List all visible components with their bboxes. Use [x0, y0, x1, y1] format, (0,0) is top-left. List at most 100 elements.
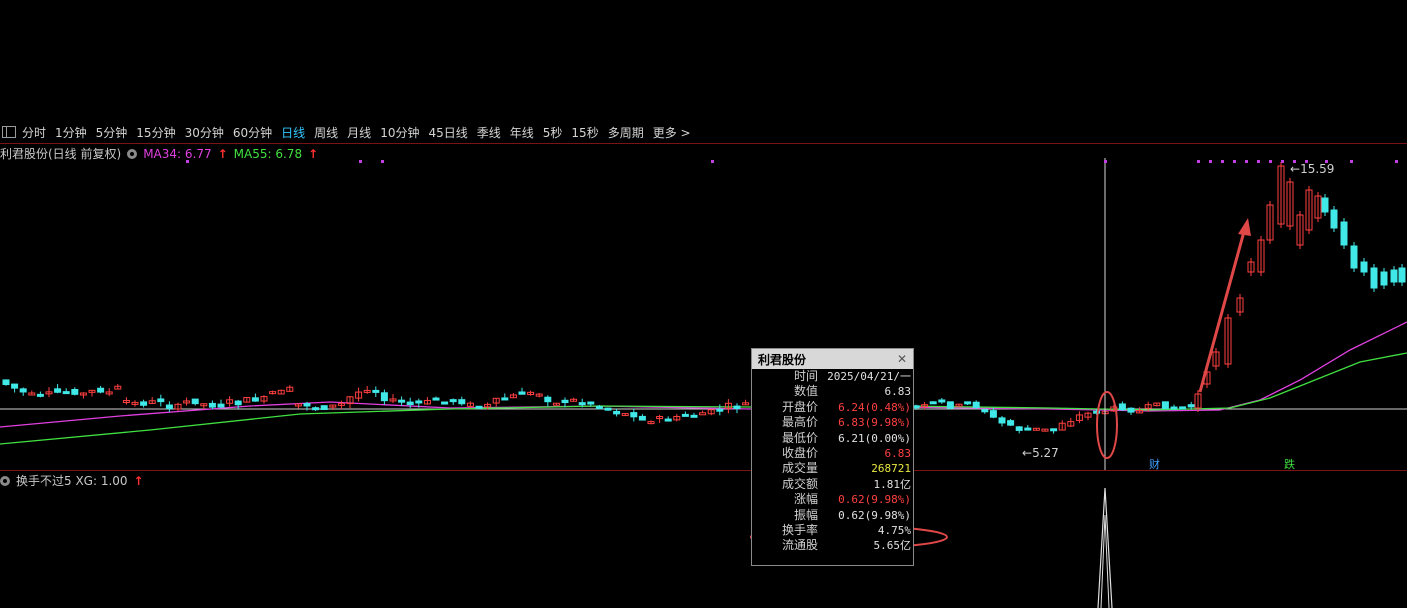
info-panel-header[interactable]: 利君股份 ✕ [752, 349, 913, 369]
kline-chart[interactable] [0, 0, 1407, 608]
candle-body [441, 401, 449, 405]
signal-dot [186, 160, 189, 163]
candle-body [165, 404, 173, 410]
arrow-left-icon: ← [1022, 446, 1033, 460]
signal-dot [359, 160, 362, 163]
candle-body [1127, 407, 1135, 413]
low-price-label: ←5.27 [1022, 446, 1059, 460]
candle-body [475, 405, 483, 409]
candle-body [140, 401, 148, 406]
ma34-line [0, 321, 1407, 428]
indicator-spike [1097, 487, 1113, 608]
info-row: 换手率 4.75% [752, 523, 913, 538]
candle-body [946, 401, 954, 409]
info-row-label: 成交额 [781, 476, 818, 491]
candle-body [372, 389, 380, 393]
info-row-label: 流通股 [781, 538, 818, 553]
candle-body [518, 391, 526, 395]
info-row: 最高价 6.83(9.98%) [752, 415, 913, 430]
candle-body [638, 415, 646, 421]
info-row: 涨幅 0.62(9.98%) [752, 492, 913, 507]
signal-dot [381, 160, 384, 163]
candle-body [449, 399, 457, 403]
candle-body [1118, 403, 1126, 411]
info-row-label: 最低价 [781, 430, 818, 445]
arrow-left-icon: ← [1290, 162, 1301, 176]
candle-body [380, 392, 388, 402]
info-row-label: 最高价 [781, 415, 818, 430]
candle-body [251, 397, 259, 402]
info-row-value: 6.21(0.00%) [838, 431, 911, 445]
info-row-label: 收盘价 [781, 445, 818, 460]
annotation-arrowhead [1238, 218, 1251, 236]
candle-body [938, 399, 946, 403]
signal-dot [1197, 160, 1200, 163]
candle-body [157, 398, 165, 403]
annotation-ellipse [1096, 391, 1118, 459]
info-row: 成交量 268721 [752, 461, 913, 476]
info-row-value: 6.24(0.48%) [838, 400, 911, 414]
candle-body [320, 405, 328, 411]
info-row-label: 涨幅 [793, 492, 818, 507]
candle-body [989, 410, 997, 418]
candle-body [208, 402, 216, 408]
candle-body [1380, 271, 1388, 286]
signal-dot [1269, 160, 1272, 163]
info-row-label: 时间 [793, 369, 818, 383]
info-row-label: 开盘价 [781, 399, 818, 414]
info-row-value: 4.75% [877, 523, 911, 537]
info-row: 最低价 6.21(0.00%) [752, 431, 913, 446]
candle-body [690, 414, 698, 418]
candle-body [733, 405, 741, 410]
drop-tag[interactable]: 跌 [1284, 456, 1295, 472]
info-row-value: 1.81亿 [873, 477, 912, 491]
info-panel-title: 利君股份 [758, 352, 807, 367]
info-row-value: 2025/04/21/一 [827, 370, 911, 383]
info-row: 开盘价 6.24(0.48%) [752, 400, 913, 415]
info-row: 时间 2025/04/21/一 [752, 369, 913, 384]
ma55-line [0, 352, 1407, 445]
candle-body [972, 401, 980, 408]
candle-body [1170, 406, 1178, 410]
candle-body [1015, 426, 1023, 431]
candle-body [62, 391, 70, 395]
candle-body [97, 387, 105, 393]
candle-body [981, 409, 989, 413]
candle-body [1360, 261, 1368, 273]
candle-body [432, 397, 440, 401]
info-row: 振幅 0.62(9.98%) [752, 508, 913, 523]
candle-body [217, 403, 225, 408]
info-panel: 利君股份 ✕ 时间 2025/04/21/一 数值 6.83 开盘价 6.24(0.48%… [751, 348, 914, 566]
info-row-label: 换手率 [781, 522, 818, 537]
candle-body [613, 410, 621, 415]
candle-body [664, 418, 672, 422]
candle-body [71, 388, 79, 395]
candle-body [1050, 428, 1058, 432]
info-row-value: 0.62(9.98%) [838, 508, 911, 522]
close-icon[interactable]: ✕ [897, 352, 907, 366]
candle-body [191, 398, 199, 405]
candle-body [561, 399, 569, 404]
candle-body [398, 399, 406, 403]
info-row-label: 成交量 [781, 461, 818, 476]
candle-body [604, 407, 612, 411]
candle-body [1340, 221, 1348, 246]
signal-dot [1209, 160, 1212, 163]
signal-dot [1350, 160, 1353, 163]
info-row-value: 5.65亿 [873, 539, 912, 553]
candle-body [406, 401, 414, 406]
finance-tag[interactable]: 财 [1149, 456, 1160, 472]
candle-body [1187, 404, 1195, 408]
candle-body [501, 397, 509, 401]
candle-body [929, 401, 937, 405]
signal-dot [1221, 160, 1224, 163]
candle-body [1024, 427, 1032, 431]
candle-body [303, 403, 311, 407]
candle-body [1330, 209, 1338, 229]
info-row: 流通股 5.65亿 [752, 538, 913, 553]
info-row-value: 268721 [871, 462, 911, 476]
info-row-label: 振幅 [793, 507, 818, 522]
candle-body [716, 408, 724, 412]
candle-body [1161, 401, 1169, 410]
info-row: 成交额 1.81亿 [752, 477, 913, 492]
